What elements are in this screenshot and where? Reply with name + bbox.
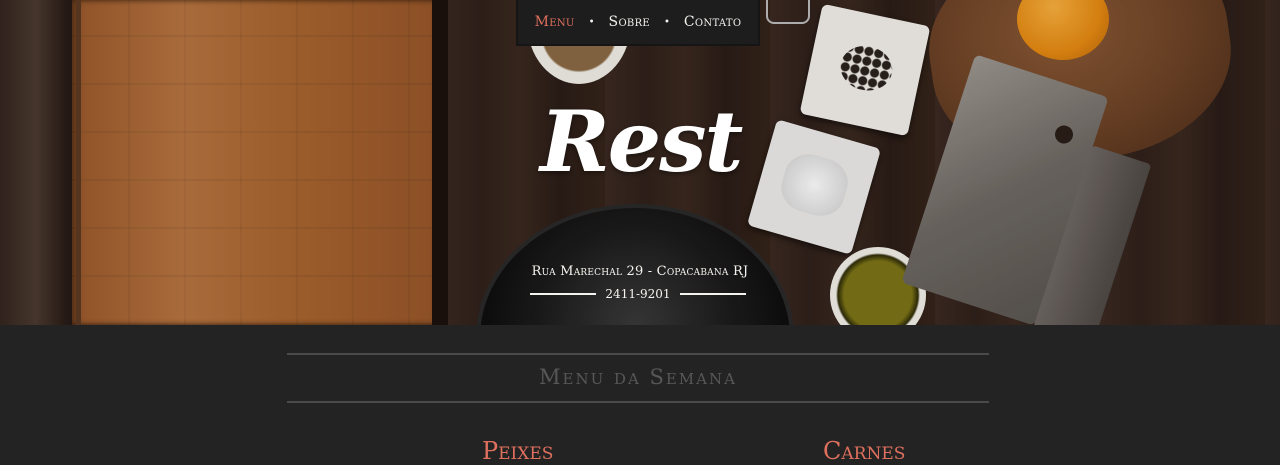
restaurant-address: Rua Marechal 29 - Copacabana RJ [531,264,749,279]
category-heading-peixes: Peixes [482,437,554,465]
nav-separator: • [588,16,595,28]
phone-row: 2411-9201 [530,284,746,304]
category-heading-carnes: Carnes [823,437,906,465]
section-title: Menu da Semana [539,365,737,389]
nav-item-contato[interactable]: Contato [684,14,741,30]
main-nav: Menu • Sobre • Contato [516,0,760,46]
divider-line [679,293,746,295]
nav-item-sobre[interactable]: Sobre [609,14,650,30]
section-divider-bottom [287,401,989,403]
nav-separator: • [664,16,670,28]
section-divider-top [287,353,989,355]
nav-item-menu[interactable]: Menu [535,14,575,30]
weekly-menu-section: Menu da Semana Peixes Carnes [0,325,1280,465]
restaurant-phone: 2411-9201 [605,287,671,301]
divider-line [530,293,596,295]
hero-banner: Menu • Sobre • Contato Rest Rua Marechal… [0,0,1280,325]
site-logo[interactable]: Rest [540,92,743,191]
